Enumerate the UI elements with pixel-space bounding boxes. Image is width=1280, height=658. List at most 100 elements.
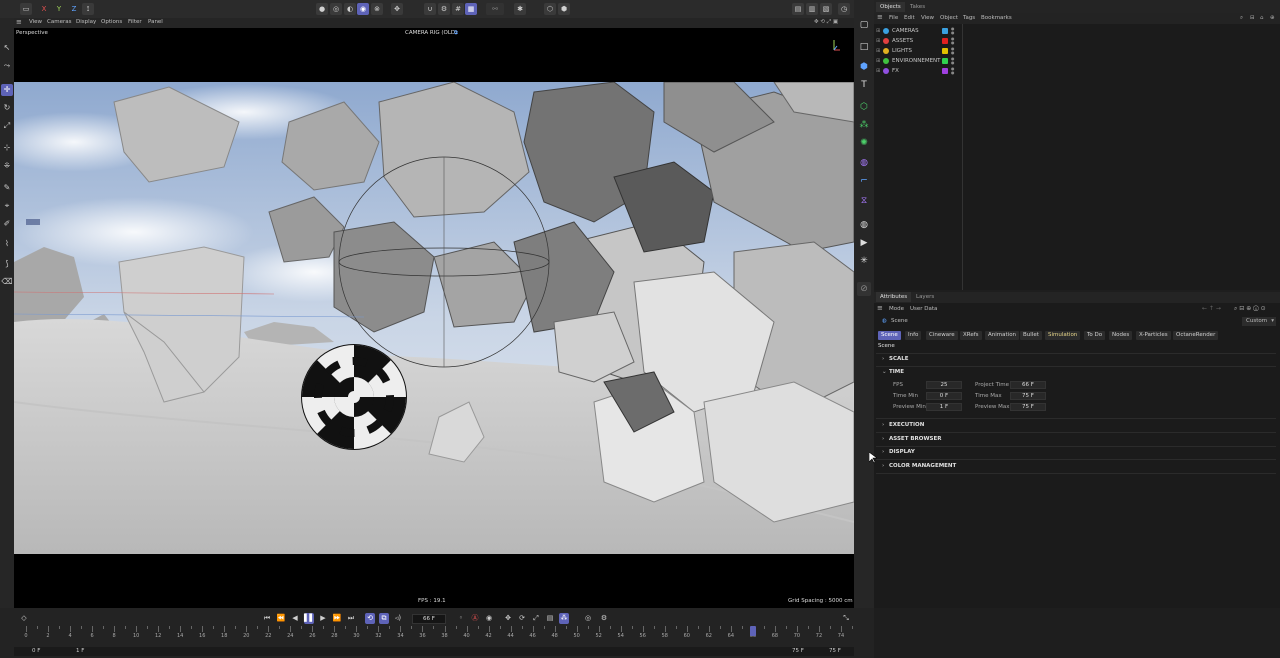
key-rotation-icon[interactable]: ⟳ — [517, 613, 527, 624]
help-icon[interactable]: ◷ — [838, 3, 850, 15]
range-start-field[interactable]: 0 F — [32, 648, 40, 654]
axis-z-toggle[interactable]: Z — [68, 3, 80, 15]
layer-color-tag[interactable] — [942, 48, 948, 54]
section-tab-cineware[interactable]: Cineware — [926, 331, 958, 340]
section-tab-animation[interactable]: Animation — [985, 331, 1020, 340]
objects-menu-edit[interactable]: Edit — [904, 15, 915, 21]
nav-arrows-icon[interactable]: ← ↑ → — [1202, 305, 1221, 312]
fps-field[interactable]: 25 — [926, 381, 962, 389]
section-tab-scene[interactable]: Scene — [878, 331, 901, 340]
visibility-dots-icon[interactable]: ● ● — [951, 37, 955, 45]
visibility-dots-icon[interactable]: ● ● — [951, 27, 955, 35]
axis-mode-icon[interactable]: ✥ — [391, 3, 403, 15]
expand-icon[interactable]: ⊞ — [876, 56, 880, 66]
lasso-icon[interactable]: ⤳ — [1, 60, 13, 72]
section-tab-octanerender[interactable]: OctaneRender — [1173, 331, 1219, 340]
light-icon[interactable]: ✳ — [857, 254, 871, 268]
visibility-dots-icon[interactable]: ● ● — [951, 67, 955, 75]
render-settings-icon[interactable]: ✱ — [514, 3, 526, 15]
section-scale[interactable]: › SCALE — [882, 356, 909, 362]
visibility-dots-icon[interactable]: ● ● — [951, 57, 955, 65]
time-min-field[interactable]: 0 F — [926, 392, 962, 400]
playhead[interactable] — [749, 626, 756, 636]
magnet-icon[interactable]: ⟆ — [1, 258, 13, 270]
next-frame-icon[interactable]: ▶ — [318, 613, 328, 624]
range-end-field[interactable]: 75 F — [829, 648, 841, 654]
attributes-tool-icons[interactable]: ⌕ ⊟ ⊕ ⓘ ⊙ — [1234, 305, 1266, 313]
preview-min-field[interactable]: 1 F — [926, 403, 962, 411]
snap-settings-icon[interactable]: ⚙ — [438, 3, 450, 15]
layer-color-tag[interactable] — [942, 58, 948, 64]
home-icon[interactable]: ⌂ — [1260, 15, 1264, 21]
effector-icon[interactable]: ✺ — [857, 136, 871, 150]
polygons-mode-icon[interactable]: ◉ — [357, 3, 369, 15]
current-frame-field[interactable]: 66 F — [412, 614, 446, 624]
preview-start-field[interactable]: 1 F — [76, 648, 84, 654]
scene-icon[interactable]: ◍ — [857, 218, 871, 232]
brush-icon[interactable]: ⌖ — [1, 200, 13, 212]
expand-icon[interactable]: ⊞ — [876, 36, 880, 46]
transform-icon[interactable]: ⊹ — [1, 142, 13, 154]
expand-icon[interactable]: ⊞ — [876, 26, 880, 36]
spline-icon[interactable]: ⌐ — [857, 174, 871, 188]
points-mode-icon[interactable]: ◎ — [330, 3, 342, 15]
undo-icon[interactable]: ▭ — [20, 3, 32, 15]
render-picture-icon[interactable]: ▧ — [820, 3, 832, 15]
timeline-expand-icon[interactable]: ⤡ — [841, 613, 851, 624]
section-color-management[interactable]: › COLOR MANAGEMENT — [882, 463, 956, 469]
deformer-icon[interactable]: ◍ — [857, 156, 871, 170]
key-position-icon[interactable]: ✥ — [503, 613, 513, 624]
scale-icon[interactable]: ⤢ — [1, 120, 13, 132]
search-icon[interactable]: ⌕ — [1240, 15, 1243, 22]
axis-y-toggle[interactable]: Y — [53, 3, 65, 15]
edges-mode-icon[interactable]: ◐ — [344, 3, 356, 15]
objects-menu-object[interactable]: Object — [940, 15, 958, 21]
previous-key-icon[interactable]: ⏪ — [276, 613, 286, 624]
attributes-menu-mode[interactable]: Mode — [889, 306, 904, 312]
section-tab-bullet[interactable]: Bullet — [1020, 331, 1042, 340]
record-icon[interactable]: ◉ — [484, 613, 494, 624]
coordinate-system-icon[interactable]: ⟟ — [82, 3, 94, 15]
viewport-menu-view[interactable]: View — [29, 19, 42, 25]
section-asset-browser[interactable]: › ASSET BROWSER — [882, 436, 941, 442]
section-tab-nodes[interactable]: Nodes — [1109, 331, 1133, 340]
workplane-icon[interactable]: ▦ — [465, 3, 477, 15]
axis-x-toggle[interactable]: X — [38, 3, 50, 15]
viewport-menu-options[interactable]: Options — [101, 19, 122, 25]
cube-icon[interactable]: ⬢ — [857, 60, 871, 74]
loop-icon[interactable]: ⟲ — [365, 613, 375, 624]
objects-column-divider[interactable] — [962, 24, 963, 290]
object-row-assets[interactable]: ⊞ ASSETS ● ● — [876, 36, 958, 46]
locked-axis-icon[interactable]: ⚯ — [486, 3, 504, 15]
knife-icon[interactable]: ⁜ — [1, 160, 13, 172]
objects-menu-tags[interactable]: Tags — [963, 15, 975, 21]
objects-menu-view[interactable]: View — [921, 15, 934, 21]
camera-icon[interactable]: ▶ — [857, 236, 871, 250]
expand-icon[interactable]: ⊞ — [876, 66, 880, 76]
move-icon[interactable]: ✛ — [1, 84, 13, 96]
eraser-icon[interactable]: ⌫ — [1, 276, 13, 288]
objects-menu-file[interactable]: File — [889, 15, 898, 21]
interpolation-icon[interactable]: ◎ — [583, 613, 593, 624]
viewport-menu-cameras[interactable]: Cameras — [47, 19, 71, 25]
keyframe-icon[interactable]: ◇ — [19, 613, 29, 624]
play-icon[interactable]: ▌▌ — [304, 613, 315, 624]
key-pla-icon[interactable]: ⁂ — [559, 613, 569, 624]
camera-link-icon[interactable]: ⧉ — [454, 30, 458, 37]
viewport-nav-icons[interactable]: ✥ ⟲ ⤢ ▣ — [814, 19, 838, 26]
preview-max-field[interactable]: 75 F — [1010, 403, 1046, 411]
objects-menu-bookmarks[interactable]: Bookmarks — [981, 15, 1012, 21]
new-window-icon[interactable]: ⊕ — [1270, 15, 1275, 21]
rotate-icon[interactable]: ↻ — [1, 102, 13, 114]
motion-system-icon[interactable]: ⚙ — [599, 613, 609, 624]
section-execution[interactable]: › EXECUTION — [882, 422, 924, 428]
tab-objects[interactable]: Objects — [876, 2, 905, 12]
time-max-field[interactable]: 75 F — [1010, 392, 1046, 400]
viewport-menu-panel[interactable]: Panel — [148, 19, 163, 25]
hamburger-icon[interactable]: ≡ — [16, 18, 22, 26]
go-to-end-icon[interactable]: ⏭ — [346, 613, 356, 624]
paint-icon[interactable]: ⌇ — [1, 238, 13, 250]
uv-mode-icon[interactable]: ⊗ — [371, 3, 383, 15]
section-tab-xrefs[interactable]: XRefs — [960, 331, 982, 340]
snap-icon[interactable]: ∪ — [424, 3, 436, 15]
